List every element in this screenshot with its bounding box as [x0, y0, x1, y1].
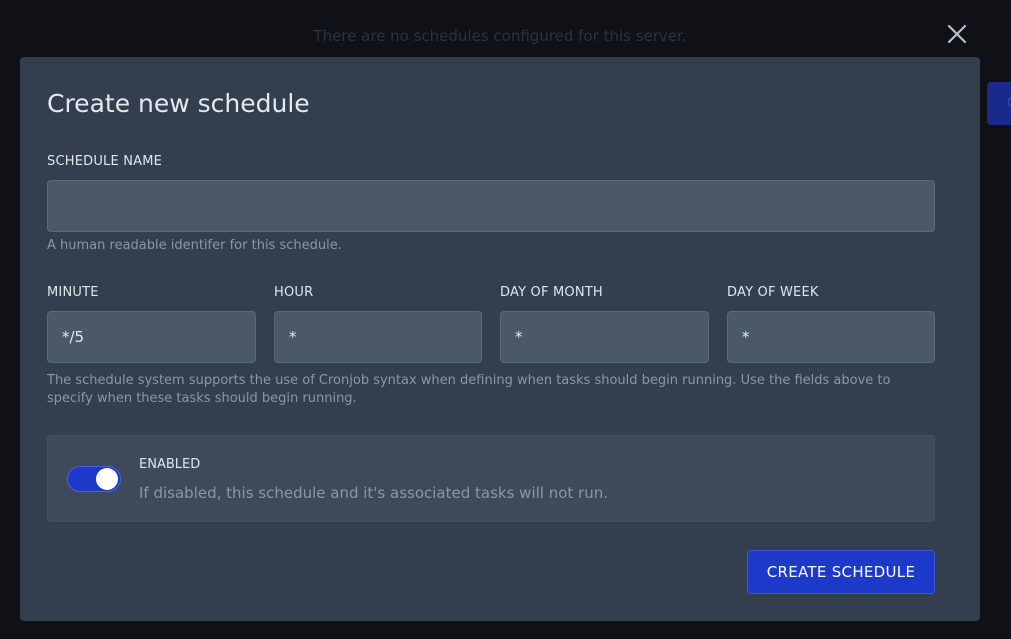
- schedule-name-help: A human readable identifer for this sche…: [47, 238, 342, 253]
- hour-input[interactable]: [274, 311, 482, 363]
- hour-label: HOUR: [274, 285, 314, 300]
- schedule-name-input[interactable]: [47, 180, 935, 232]
- minute-input[interactable]: [47, 311, 256, 363]
- create-schedule-button[interactable]: CREATE SCHEDULE: [747, 550, 935, 594]
- empty-schedules-message: There are no schedules configured for th…: [313, 27, 687, 45]
- background-create-button: C: [987, 82, 1011, 125]
- cron-help: The schedule system supports the use of …: [47, 373, 891, 406]
- day-of-month-input[interactable]: [500, 311, 709, 363]
- day-of-week-label: DAY OF WEEK: [727, 285, 819, 300]
- enabled-label: ENABLED: [139, 457, 201, 472]
- enabled-panel: ENABLED If disabled, this schedule and i…: [47, 435, 935, 522]
- schedule-name-label: SCHEDULE NAME: [47, 154, 163, 169]
- toggle-knob: [96, 468, 118, 490]
- day-of-week-input[interactable]: [727, 311, 935, 363]
- modal-title: Create new schedule: [47, 89, 310, 118]
- enabled-toggle[interactable]: [67, 466, 121, 492]
- day-of-month-label: DAY OF MONTH: [500, 285, 603, 300]
- enabled-description: If disabled, this schedule and it's asso…: [139, 484, 608, 502]
- create-schedule-modal: Create new schedule SCHEDULE NAME A huma…: [20, 57, 980, 621]
- minute-label: MINUTE: [47, 285, 99, 300]
- close-icon[interactable]: [945, 22, 969, 46]
